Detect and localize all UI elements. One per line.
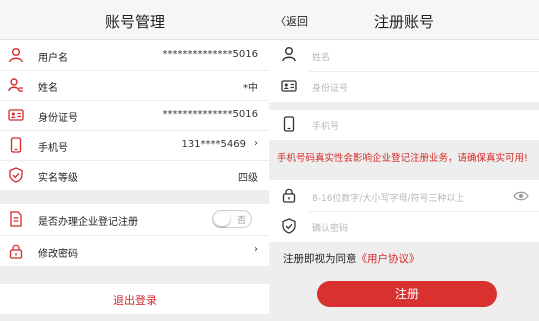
password-fields: 8-16位数字/大小写字母/符号三种以上 确认密码 xyxy=(269,180,539,242)
register-button[interactable]: 注册 xyxy=(317,281,497,307)
row-name: 姓名 *中 xyxy=(0,71,270,100)
agreement-text: 注册即视为同意《用户协议》 xyxy=(283,251,420,266)
row-id-number: 身份证号 **************5016 xyxy=(0,101,270,130)
username-value: **************5016 xyxy=(162,49,258,60)
enterprise-registration-label: 是否办理企业登记注册 xyxy=(38,217,138,228)
phone-input: 手机号 xyxy=(312,122,340,132)
row-change-password[interactable]: 修改密码 › xyxy=(0,236,270,266)
id-number-field[interactable]: 身份证号 xyxy=(269,72,539,102)
screen: 账号管理 用户名 **************5016 姓名 *中 身份证号 *… xyxy=(0,0,539,321)
account-management-panel: 账号管理 用户名 **************5016 姓名 *中 身份证号 *… xyxy=(0,0,270,321)
enterprise-registration-toggle[interactable]: 否 xyxy=(212,210,252,228)
user-icon xyxy=(281,46,297,62)
phone-icon xyxy=(281,116,297,132)
logout-button[interactable]: 退出登录 xyxy=(0,284,270,314)
page-title: 注册账号 xyxy=(373,13,434,31)
page-title: 账号管理 xyxy=(104,13,165,31)
verification-level-label: 实名等级 xyxy=(38,173,78,184)
settings-list: 是否办理企业登记注册 否 修改密码 › xyxy=(0,204,270,266)
row-phone[interactable]: 手机号 131****5469 › xyxy=(0,131,270,160)
confirm-password-input: 确认密码 xyxy=(312,224,349,234)
verification-level-value: 四级 xyxy=(238,173,258,184)
account-header: 账号管理 xyxy=(0,0,270,40)
password-input: 8-16位数字/大小写字母/符号三种以上 xyxy=(312,194,465,204)
confirm-password-field[interactable]: 确认密码 xyxy=(269,212,539,242)
phone-icon xyxy=(8,137,24,153)
phone-label: 手机号 xyxy=(38,143,68,154)
name-label: 姓名 xyxy=(38,83,58,94)
username-label: 用户名 xyxy=(38,53,68,64)
row-verification-level: 实名等级 四级 xyxy=(0,161,270,190)
agreement-prefix: 注册即视为同意 xyxy=(283,253,357,265)
row-username: 用户名 **************5016 xyxy=(0,40,270,70)
name-input: 姓名 xyxy=(312,53,331,63)
password-field[interactable]: 8-16位数字/大小写字母/符号三种以上 xyxy=(269,180,539,211)
register-panel: 〈返回 注册账号 姓名 身份证号 手机号 手机号码真实性会影响企业登记注册业务，… xyxy=(269,0,539,321)
shield-check-icon xyxy=(281,218,297,234)
id-number-value: **************5016 xyxy=(162,109,258,120)
phone-warning: 手机号码真实性会影响企业登记注册业务，请确保真实可用! xyxy=(277,153,528,164)
identity-fields: 姓名 身份证号 xyxy=(269,40,539,102)
lock-icon xyxy=(281,187,297,203)
id-card-icon xyxy=(281,78,297,94)
account-info-list: 用户名 **************5016 姓名 *中 身份证号 ******… xyxy=(0,40,270,190)
toggle-knob xyxy=(214,212,230,226)
chevron-right-icon: › xyxy=(254,244,258,255)
name-value: *中 xyxy=(243,83,258,94)
document-icon xyxy=(8,211,24,227)
user-agreement-link[interactable]: 《用户协议》 xyxy=(357,253,420,265)
person-tag-icon xyxy=(8,77,24,93)
eye-icon[interactable] xyxy=(513,190,529,202)
phone-field[interactable]: 手机号 xyxy=(269,110,539,140)
toggle-label: 否 xyxy=(236,216,246,226)
row-enterprise-registration: 是否办理企业登记注册 否 xyxy=(0,204,270,235)
phone-value: 131****5469 xyxy=(181,139,246,150)
id-card-icon xyxy=(8,107,24,123)
register-header: 〈返回 注册账号 xyxy=(269,0,539,40)
lock-icon xyxy=(8,243,24,259)
id-number-input: 身份证号 xyxy=(312,84,349,94)
id-number-label: 身份证号 xyxy=(38,113,78,124)
user-icon xyxy=(8,47,24,63)
shield-check-icon xyxy=(8,167,24,183)
name-field[interactable]: 姓名 xyxy=(269,40,539,71)
logout-label: 退出登录 xyxy=(113,294,157,307)
change-password-label: 修改密码 xyxy=(38,249,78,260)
chevron-right-icon: › xyxy=(254,138,258,149)
